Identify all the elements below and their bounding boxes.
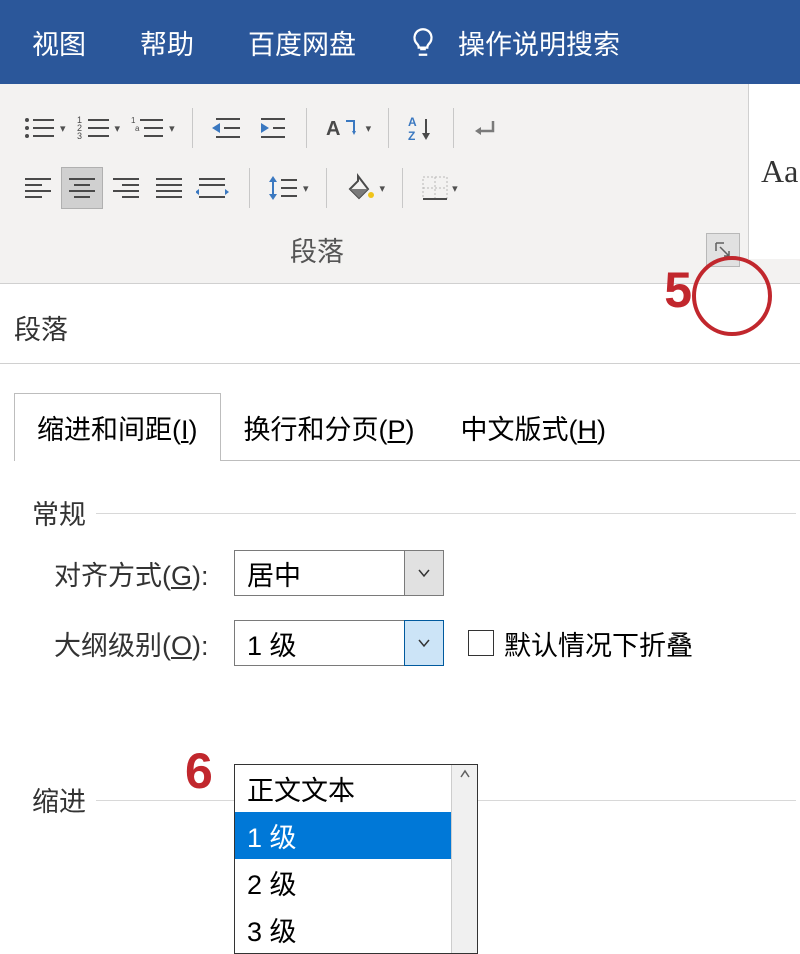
line-spacing-button[interactable]: ▾ [263,167,313,209]
align-distributed-button[interactable] [192,167,236,209]
alignment-label: 对齐方式(G): [54,554,234,593]
section-general-title: 常规 [32,493,800,532]
separator [326,168,327,208]
outline-level-combo[interactable]: 1 级 [234,620,444,666]
separator [192,108,193,148]
alignment-value: 居中 [234,550,404,596]
outline-level-value: 1 级 [234,620,404,666]
align-right-button[interactable] [106,167,146,209]
tell-me-search[interactable]: 操作说明搜索 [458,23,642,62]
dropdown-item-level-2[interactable]: 2 级 [235,859,451,906]
outline-level-label: 大纲级别(O): [54,624,234,663]
svg-text:3: 3 [77,131,82,141]
menubar: 视图 帮助 百度网盘 操作说明搜索 [0,0,800,84]
svg-text:A: A [326,118,340,140]
chevron-down-icon[interactable]: ▾ [169,122,175,135]
chevron-down-icon[interactable]: ▾ [303,182,309,195]
menu-baidu-netdisk[interactable]: 百度网盘 [226,23,378,62]
align-center-button[interactable] [61,167,103,209]
menu-help[interactable]: 帮助 [118,23,216,62]
multilevel-list-button[interactable]: 1a ▾ [127,107,179,149]
outline-level-dropdown: 正文文本 1 级 2 级 3 级 [234,764,478,954]
show-paragraph-marks-button[interactable] [467,107,505,149]
tab-line-page-breaks[interactable]: 换行和分页(P) [221,393,438,461]
numbering-button[interactable]: 123 ▾ [73,107,125,149]
group-label-paragraph: 段落 [290,230,344,269]
styles-preview[interactable]: Aa [748,84,800,259]
chevron-down-icon[interactable] [404,620,444,666]
ribbon-paragraph-group: ▾ 123 ▾ 1a ▾ A ▾ AZ [0,84,800,284]
increase-indent-button[interactable] [251,107,293,149]
separator [453,108,454,148]
separator [306,108,307,148]
tab-indents-spacing[interactable]: 缩进和间距(I) [14,393,221,461]
svg-text:Z: Z [408,129,415,143]
collapse-default-checkbox[interactable]: 默认情况下折叠 [468,624,693,663]
shading-button[interactable]: ▾ [340,167,390,209]
chevron-down-icon[interactable]: ▾ [452,182,458,195]
checkbox-icon [468,630,494,656]
paragraph-dialog: 缩进和间距(I) 换行和分页(P) 中文版式(H) 常规 对齐方式(G): 居中 [0,363,800,819]
decrease-indent-button[interactable] [206,107,248,149]
dialog-tabs: 缩进和间距(I) 换行和分页(P) 中文版式(H) [14,392,800,461]
sort-button[interactable]: AZ [402,107,440,149]
tab-asian-typography[interactable]: 中文版式(H) [438,393,630,461]
annotation-5: 5 [664,261,692,319]
chevron-down-icon[interactable]: ▾ [115,122,121,135]
dropdown-item-level-3[interactable]: 3 级 [235,906,451,953]
collapse-default-label: 默认情况下折叠 [504,624,693,663]
alignment-combo[interactable]: 居中 [234,550,444,596]
borders-button[interactable]: ▾ [416,167,462,209]
chevron-down-icon[interactable]: ▾ [380,182,386,195]
align-left-button[interactable] [18,167,58,209]
separator [388,108,389,148]
annotation-6: 6 [185,742,213,800]
chevron-down-icon[interactable] [404,550,444,596]
menu-view[interactable]: 视图 [10,23,108,62]
asian-layout-button[interactable]: A ▾ [320,107,376,149]
separator [402,168,403,208]
dropdown-item-level-1[interactable]: 1 级 [235,812,451,859]
bullets-button[interactable]: ▾ [18,107,70,149]
svg-text:a: a [135,124,140,133]
align-justify-button[interactable] [149,167,189,209]
chevron-down-icon[interactable]: ▾ [366,122,372,135]
separator [249,168,250,208]
svg-text:A: A [408,115,417,129]
chevron-down-icon[interactable]: ▾ [60,122,66,135]
dropdown-item-body-text[interactable]: 正文文本 [235,765,451,812]
dropdown-scrollbar[interactable] [451,765,477,953]
lightbulb-icon [406,25,440,59]
annotation-circle [692,256,772,336]
